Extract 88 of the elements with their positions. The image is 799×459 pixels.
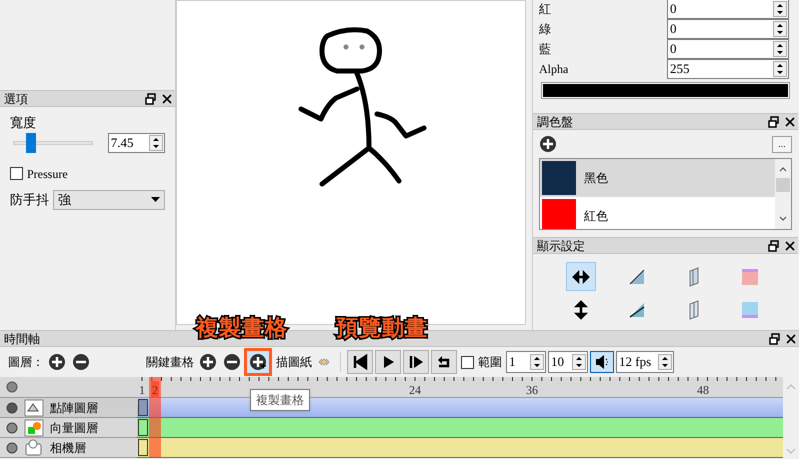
spin-button[interactable] xyxy=(572,354,586,370)
panel-title: 選項 xyxy=(4,90,29,108)
layer-type-icon xyxy=(24,398,44,416)
visibility-dot-icon[interactable] xyxy=(6,402,18,414)
restore-icon[interactable] xyxy=(768,240,780,252)
number-field[interactable]: 7.45 xyxy=(108,132,165,152)
number-field[interactable]: 0 xyxy=(667,39,789,59)
frame-number: 48 xyxy=(697,382,709,399)
range-label: 範圍 xyxy=(478,354,502,371)
display-toggle-button[interactable] xyxy=(566,262,596,291)
layer-type-icon xyxy=(24,418,44,436)
next-frame-icon xyxy=(407,353,425,371)
next-frame-button[interactable] xyxy=(403,350,429,374)
restore-icon[interactable] xyxy=(145,92,157,104)
color-block-icon xyxy=(740,300,760,320)
remove-layer-icon[interactable] xyxy=(72,353,90,371)
layers-label: 圖層： xyxy=(8,354,44,371)
spin-button[interactable] xyxy=(773,1,787,17)
color-block-icon xyxy=(740,266,760,286)
previous-frame-icon xyxy=(351,353,369,371)
number-field[interactable]: 255 xyxy=(667,59,789,79)
layer-row[interactable]: 向量圖層 xyxy=(0,418,137,438)
frame-number: 2 xyxy=(151,381,159,399)
field-label: 綠 xyxy=(539,21,552,38)
close-icon[interactable] xyxy=(785,332,797,344)
slider[interactable] xyxy=(10,132,96,152)
layer-row[interactable]: 相機層 xyxy=(0,438,137,458)
stabilizer-label: 防手抖 xyxy=(10,190,49,209)
panel-title: 顯示設定 xyxy=(537,238,586,254)
visibility-dot-icon[interactable] xyxy=(6,442,18,454)
checkbox-label: Pressure xyxy=(27,166,68,182)
gradient-triangle-icon xyxy=(627,266,648,286)
checkbox[interactable] xyxy=(10,167,23,180)
keyframe-cell xyxy=(138,399,148,416)
stabilizer-dropdown[interactable]: 強 xyxy=(53,190,165,210)
number-field[interactable]: 10 xyxy=(548,351,588,373)
spin-button[interactable] xyxy=(149,134,163,150)
palette-item[interactable]: 黑色 xyxy=(540,159,775,197)
spin-button[interactable] xyxy=(773,41,787,57)
checkbox[interactable] xyxy=(461,356,474,368)
tooltip: 複製畫格 xyxy=(250,389,310,411)
add-layer-icon[interactable] xyxy=(48,353,66,371)
panel-title: 調色盤 xyxy=(537,114,574,130)
sound-toggle-button[interactable] xyxy=(590,351,614,373)
duplicate-frame-icon[interactable] xyxy=(249,353,267,371)
frame-number: 1 xyxy=(139,382,145,399)
layer-type-icon xyxy=(24,438,44,456)
restore-icon[interactable] xyxy=(768,116,780,128)
add-color-icon[interactable] xyxy=(539,135,557,153)
layer-row[interactable]: 點陣圖層 xyxy=(0,398,137,418)
restore-icon[interactable] xyxy=(769,332,781,344)
field-label: Alpha xyxy=(539,61,570,78)
onion-skin-label: 描圖紙 xyxy=(276,354,312,371)
close-icon[interactable] xyxy=(784,240,796,252)
spin-button[interactable] xyxy=(773,21,787,37)
number-field[interactable]: 0 xyxy=(667,0,789,19)
duplicate-frame-button[interactable] xyxy=(244,348,272,376)
remove-keyframe-icon[interactable] xyxy=(223,353,241,371)
visibility-dot-icon[interactable] xyxy=(6,422,18,434)
number-field[interactable]: 0 xyxy=(667,19,789,39)
width-label: 寬度 xyxy=(10,114,37,132)
visibility-dot-icon[interactable] xyxy=(6,381,18,393)
speaker-icon xyxy=(594,354,610,370)
spin-button[interactable] xyxy=(773,61,787,77)
play-button[interactable] xyxy=(375,350,401,374)
keyframe-label: 關鍵畫格 xyxy=(146,354,194,371)
close-icon[interactable] xyxy=(161,92,173,104)
panel-title: 時間軸 xyxy=(4,330,41,348)
previous-frame-button[interactable] xyxy=(347,350,373,374)
spin-button[interactable] xyxy=(658,354,672,370)
palette-menu-button[interactable]: ... xyxy=(772,136,792,152)
loop-button[interactable] xyxy=(431,350,457,374)
field-label: 紅 xyxy=(539,1,552,18)
keyframe-cell xyxy=(138,419,148,436)
annotation-label: 複製畫格 xyxy=(196,317,288,339)
scrollbar[interactable] xyxy=(775,159,791,229)
keyframe-cell xyxy=(138,439,148,456)
annotation-label: 預覽動畫 xyxy=(336,317,428,339)
number-field[interactable]: 12 fps xyxy=(616,351,674,373)
dropdown-caret-icon xyxy=(151,197,160,202)
close-icon[interactable] xyxy=(784,116,796,128)
field-label: 藍 xyxy=(539,41,552,58)
spin-button[interactable] xyxy=(530,354,544,370)
number-field[interactable]: 1 xyxy=(506,351,546,373)
frame-number: 24 xyxy=(409,382,421,399)
frame-number: 36 xyxy=(526,382,538,399)
slider-thumb[interactable] xyxy=(26,132,36,152)
add-keyframe-icon[interactable] xyxy=(199,353,217,371)
